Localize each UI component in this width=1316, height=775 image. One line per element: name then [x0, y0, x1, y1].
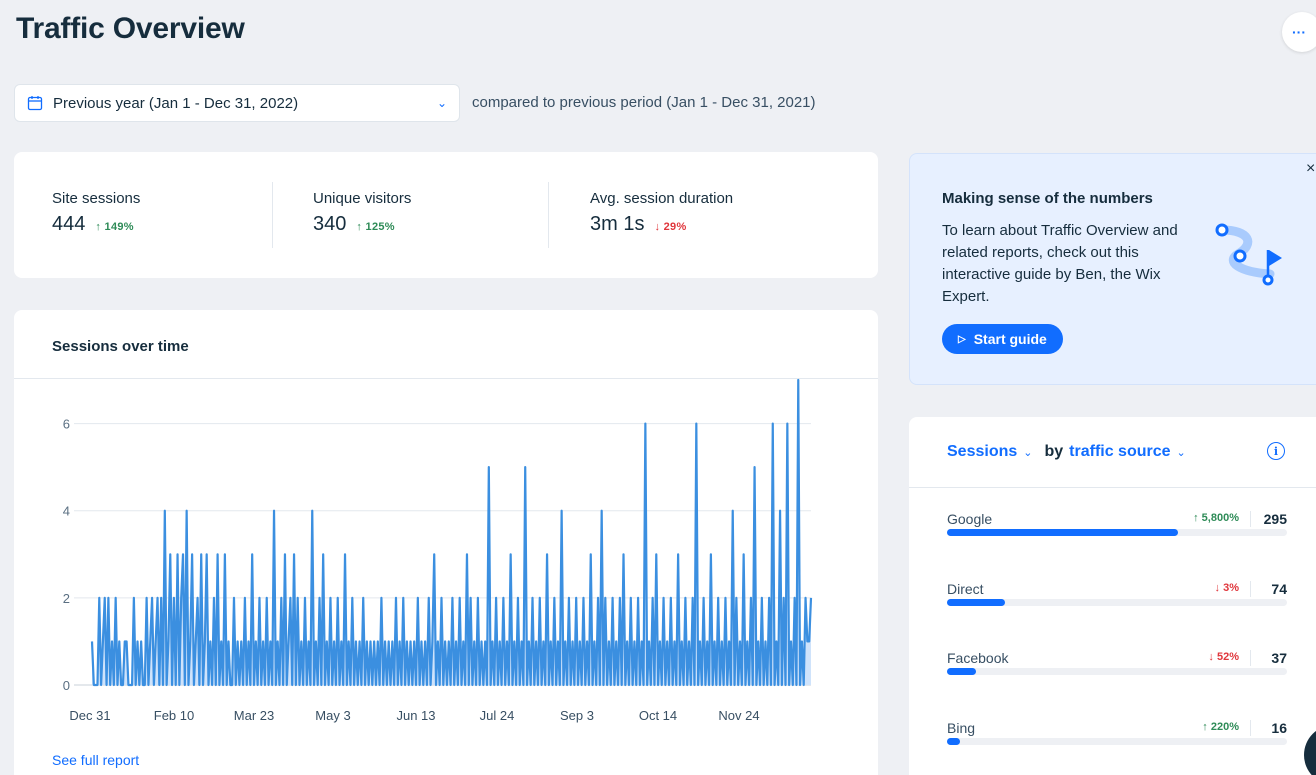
source-divider: [1250, 581, 1251, 597]
play-icon: ▷: [958, 333, 966, 345]
stat-divider: [548, 182, 549, 248]
source-delta: ↑ 5,800%: [1193, 512, 1239, 524]
stat-delta: ↑ 125%: [356, 221, 395, 233]
traffic-source-row[interactable]: Direct ↓ 3% 74: [947, 581, 1287, 621]
y-tick-label: 4: [63, 504, 70, 519]
stat-delta: ↑ 149%: [95, 221, 134, 233]
guide-path-icon: [1215, 223, 1282, 286]
x-tick-label: Nov 24: [718, 708, 759, 723]
x-tick-label: Feb 10: [154, 708, 194, 723]
traffic-source-row[interactable]: Google ↑ 5,800% 295: [947, 511, 1287, 551]
guide-card: Making sense of the numbers To learn abo…: [909, 153, 1316, 385]
source-divider: [1250, 511, 1251, 527]
stat-site-sessions: Site sessions 444 ↑ 149%: [52, 190, 140, 236]
date-range-dropdown[interactable]: Previous year (Jan 1 - Dec 31, 2022) ⌄: [14, 84, 460, 122]
y-tick-label: 6: [63, 417, 70, 432]
stat-label: Site sessions: [52, 190, 141, 207]
source-bar-track: [947, 529, 1287, 536]
chevron-down-icon[interactable]: ⌄: [1177, 446, 1186, 459]
source-bar-fill: [947, 529, 1179, 536]
source-divider: [1250, 720, 1251, 736]
traffic-source-row[interactable]: Facebook ↓ 52% 37: [947, 650, 1287, 690]
source-count: 74: [1271, 581, 1287, 597]
source-divider: [909, 487, 1316, 488]
by-label: by: [1044, 443, 1064, 460]
x-tick-label: Oct 14: [639, 708, 677, 723]
info-icon[interactable]: i: [1267, 442, 1285, 460]
source-bar-track: [947, 738, 1287, 745]
x-tick-label: Jun 13: [396, 708, 435, 723]
more-icon: ···: [1292, 24, 1306, 40]
chevron-down-icon: ⌄: [436, 96, 447, 110]
traffic-source-row[interactable]: Bing ↑ 220% 16: [947, 720, 1287, 760]
x-tick-label: Mar 23: [234, 708, 274, 723]
source-name: Bing: [947, 720, 976, 736]
source-bar-fill: [947, 668, 976, 675]
x-tick-label: Dec 31: [69, 708, 110, 723]
source-bar-fill: [947, 599, 1005, 606]
traffic-source-header: Sessions ⌄ by traffic source ⌄: [947, 443, 1186, 461]
source-bar-track: [947, 668, 1287, 675]
source-name: Google: [947, 511, 993, 527]
source-delta: ↓ 52%: [1208, 651, 1239, 663]
source-count: 16: [1271, 720, 1287, 736]
stat-divider: [272, 182, 273, 248]
stats-card: Site sessions 444 ↑ 149% Unique visitors…: [14, 152, 878, 278]
more-actions-button[interactable]: ···: [1282, 12, 1316, 52]
source-name: Direct: [947, 581, 984, 597]
guide-title: Making sense of the numbers: [942, 190, 1153, 207]
x-tick-label: Jul 24: [480, 708, 515, 723]
calendar-icon: [27, 96, 43, 111]
compare-period-text: compared to previous period (Jan 1 - Dec…: [472, 94, 816, 111]
metric-dropdown[interactable]: Sessions: [947, 443, 1017, 461]
y-tick-label: 2: [63, 591, 70, 606]
start-guide-button[interactable]: ▷ Start guide: [942, 324, 1063, 354]
stat-unique-visitors: Unique visitors 340 ↑ 125%: [313, 190, 411, 236]
stat-value: 340: [313, 213, 347, 235]
sessions-chart: 0 2 4 6 Dec 31 Feb 10 Mar 23 May 3 Jun 13 Jul 24 S…: [63, 378, 813, 723]
see-full-report-link[interactable]: See full report: [52, 752, 139, 768]
close-icon[interactable]: ×: [1306, 160, 1315, 178]
source-delta: ↑ 220%: [1202, 721, 1239, 733]
stat-avg-session-duration: Avg. session duration 3m 1s ↓ 29%: [590, 190, 733, 236]
start-guide-label: Start guide: [973, 331, 1047, 347]
x-tick-label: May 3: [315, 708, 350, 723]
source-name: Facebook: [947, 650, 1009, 666]
x-tick-label: Sep 3: [560, 708, 594, 723]
stat-value: 3m 1s: [590, 213, 645, 235]
y-tick-label: 0: [63, 678, 70, 693]
page-title: Traffic Overview: [16, 12, 245, 45]
source-delta: ↓ 3%: [1214, 582, 1239, 594]
sessions-line: [90, 378, 813, 687]
stat-label: Avg. session duration: [590, 190, 734, 207]
traffic-source-card: Sessions ⌄ by traffic source ⌄ i Google ↑…: [909, 417, 1316, 775]
stat-delta: ↓ 29%: [654, 221, 687, 233]
source-bar-fill: [947, 738, 960, 745]
source-divider: [1250, 650, 1251, 666]
stat-label: Unique visitors: [313, 190, 412, 207]
sessions-chart-card: Sessions over time 0 2 4 6 Dec 31 Feb 10 Mar 2…: [14, 310, 878, 775]
source-bar-track: [947, 599, 1287, 606]
source-count: 295: [1263, 511, 1287, 527]
source-count: 37: [1271, 650, 1287, 666]
chevron-down-icon[interactable]: ⌄: [1023, 446, 1032, 459]
stat-value: 444: [52, 213, 86, 235]
dimension-dropdown[interactable]: traffic source: [1069, 443, 1170, 461]
date-range-value: Previous year (Jan 1 - Dec 31, 2022): [53, 94, 299, 112]
guide-text: To learn about Traffic Overview and rela…: [942, 222, 1178, 305]
